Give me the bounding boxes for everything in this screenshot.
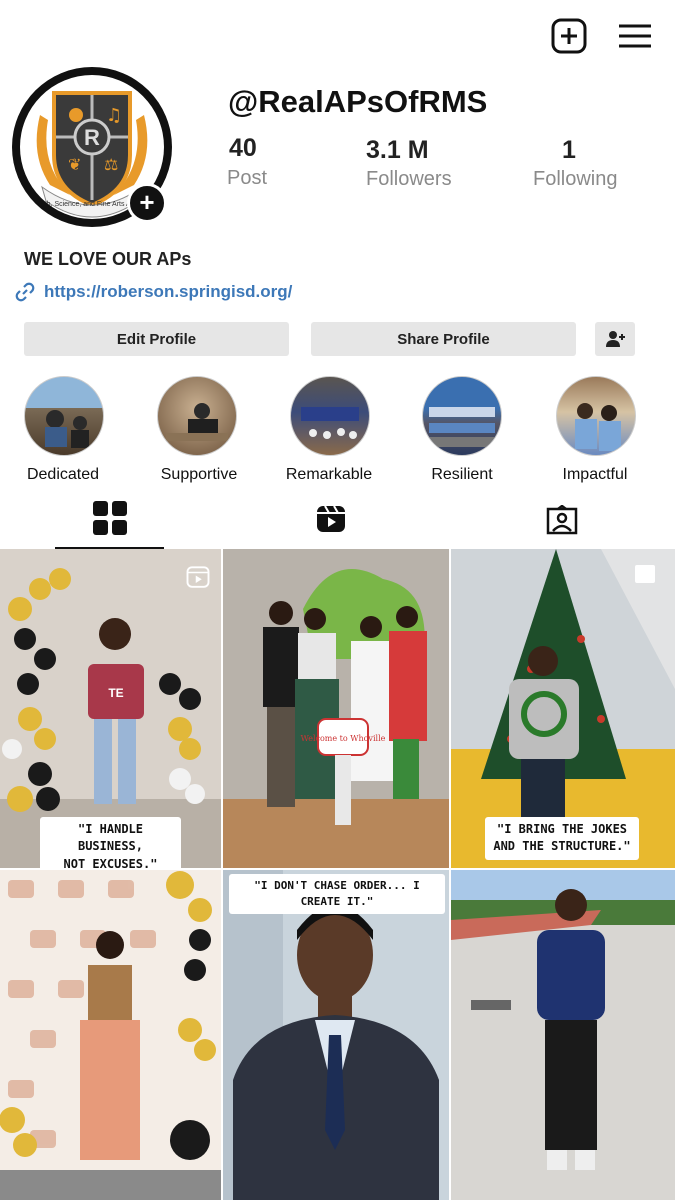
svg-text:⚖: ⚖ [104, 155, 118, 174]
following-count: 1 [562, 136, 576, 164]
share-profile-button[interactable]: Share Profile [311, 322, 576, 356]
tab-posts-grid[interactable] [92, 500, 128, 541]
highlight-label: Remarkable [285, 466, 373, 483]
highlight-dedicated[interactable] [24, 376, 104, 456]
post-caption: "I BRING THE JOKES AND THE STRUCTURE." [485, 817, 639, 860]
plus-icon: + [139, 187, 155, 217]
tab-tagged[interactable] [546, 504, 578, 540]
multi-photo-icon [635, 565, 655, 583]
new-post-button[interactable] [551, 18, 587, 54]
post-thumbnail-1[interactable]: TE "I HANDLE BUSINESS, NOT EXCUSES." [0, 549, 221, 868]
posts-label[interactable]: Post [227, 167, 267, 190]
highlight-photo [166, 403, 228, 441]
svg-text:♫: ♫ [106, 105, 122, 126]
highlight-label: Resilient [431, 466, 493, 483]
hamburger-menu-icon [619, 24, 651, 48]
highlight-label: Impactful [562, 466, 628, 483]
add-story-button[interactable]: + [127, 183, 167, 223]
tab-reels[interactable] [315, 503, 347, 540]
highlight-photo [301, 407, 359, 439]
highlight-resilient[interactable] [422, 376, 502, 456]
tagged-icon [546, 504, 578, 535]
svg-text:❦: ❦ [68, 155, 81, 174]
highlight-label: Dedicated [26, 466, 100, 483]
posts-count: 40 [229, 134, 257, 162]
grid-icon [93, 501, 127, 535]
followers-label[interactable]: Followers [366, 168, 452, 191]
post-thumbnail-3[interactable]: "I BRING THE JOKES AND THE STRUCTURE." [451, 549, 675, 868]
svg-text:TE: TE [108, 686, 123, 700]
svg-text:Welcome to Whoville: Welcome to Whoville [301, 734, 386, 743]
plus-square-icon [551, 18, 587, 54]
post-photo [451, 870, 675, 1200]
post-thumbnail-4[interactable] [0, 870, 221, 1200]
add-friend-button[interactable] [595, 322, 635, 356]
followers-count: 3.1 M [366, 136, 429, 164]
profile-link[interactable]: https://roberson.springisd.org/ [14, 281, 292, 303]
post-thumbnail-2[interactable]: Welcome to Whoville [223, 549, 449, 868]
highlight-photo [575, 403, 621, 451]
post-thumbnail-6[interactable] [451, 870, 675, 1200]
profile-username: @RealAPsOfRMS [228, 84, 488, 119]
post-photo: Welcome to Whoville [223, 549, 449, 868]
svg-text:R: R [84, 125, 100, 150]
link-icon [15, 282, 35, 302]
reels-icon [317, 505, 345, 532]
post-photo [223, 870, 449, 1200]
profile-link-text[interactable]: https://roberson.springisd.org/ [44, 282, 292, 302]
post-thumbnail-5[interactable]: "I DON'T CHASE ORDER... I CREATE IT." [223, 870, 449, 1200]
highlight-photo [45, 410, 89, 448]
highlight-label: Supportive [160, 466, 238, 483]
highlight-remarkable[interactable] [290, 376, 370, 456]
add-person-icon [606, 331, 625, 347]
following-label[interactable]: Following [533, 168, 617, 191]
post-caption: "I HANDLE BUSINESS, NOT EXCUSES." [40, 817, 181, 868]
reel-indicator-icon [186, 566, 210, 588]
highlight-supportive[interactable] [157, 376, 237, 456]
post-photo [0, 870, 221, 1200]
post-caption: "I DON'T CHASE ORDER... I CREATE IT." [229, 874, 445, 914]
highlight-photo [429, 407, 495, 447]
menu-button[interactable] [617, 18, 653, 54]
edit-profile-button[interactable]: Edit Profile [24, 322, 289, 356]
profile-bio: WE LOVE OUR APs [24, 249, 192, 269]
highlight-impactful[interactable] [556, 376, 636, 456]
